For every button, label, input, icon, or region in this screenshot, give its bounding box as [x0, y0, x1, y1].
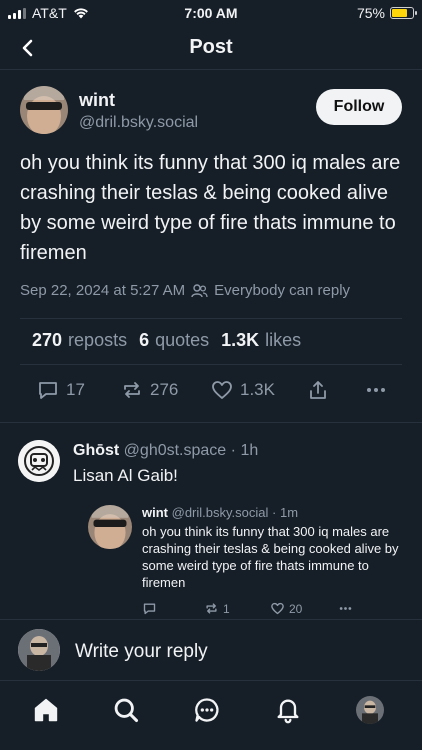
quoted-repost-button[interactable]: 1 — [204, 601, 230, 616]
repost-icon — [206, 603, 217, 614]
quoted-separator: · — [272, 505, 277, 520]
divider — [0, 422, 422, 423]
status-left: AT&T — [8, 5, 158, 21]
quoted-author-avatar[interactable] — [88, 505, 132, 549]
reply-header: Ghōst @gh0st.space · 1h — [73, 442, 258, 460]
tab-chat[interactable] — [191, 694, 223, 726]
home-icon — [34, 698, 58, 722]
reply-button[interactable]: 17 — [36, 378, 85, 402]
status-time: 7:00 AM — [184, 5, 238, 21]
top-bar: Post — [0, 26, 422, 70]
reply-text: Lisan Al Gaib! — [73, 466, 178, 485]
page-title: Post — [189, 36, 233, 58]
reply-composer[interactable]: Write your reply — [0, 619, 422, 681]
reply-separator: · — [230, 442, 236, 459]
chat-icon — [195, 698, 219, 722]
battery-percent: 75% — [356, 5, 385, 21]
search-icon — [114, 698, 139, 723]
more-button[interactable] — [364, 378, 388, 402]
tab-home[interactable] — [30, 694, 62, 726]
more-icon — [339, 607, 352, 610]
quoted-post[interactable]: wint @dril.bsky.social · 1m oh you think… — [88, 497, 406, 619]
quoted-like-count: 20 — [289, 601, 303, 616]
like-icon — [212, 381, 232, 399]
more-icon — [367, 388, 385, 392]
post-timestamp: Sep 22, 2024 at 5:27 AM — [20, 282, 186, 299]
post-text: oh you think its funny that 300 iq males… — [20, 152, 401, 264]
divider — [20, 318, 402, 319]
author-name[interactable]: wint — [79, 90, 115, 111]
people-icon — [191, 283, 208, 297]
quoted-repost-count: 1 — [223, 601, 230, 616]
divider — [20, 364, 402, 365]
battery-icon — [390, 7, 417, 19]
status-right: 75% — [264, 5, 417, 21]
quoted-like-button[interactable]: 20 — [270, 601, 302, 616]
reply-setting[interactable]: Everybody can reply — [214, 282, 350, 299]
author-handle[interactable]: @dril.bsky.social — [79, 114, 198, 132]
post-actions: 17 276 1.3K — [36, 378, 396, 410]
post-meta: Sep 22, 2024 at 5:27 AM Everybody can re… — [20, 282, 350, 299]
post-author: wint @dril.bsky.social Follow — [20, 86, 410, 140]
repost-icon — [124, 382, 140, 398]
quoted-header: wint @dril.bsky.social · 1m — [142, 505, 298, 520]
back-chevron-icon — [22, 39, 33, 57]
reply-icon — [39, 382, 57, 399]
profile-avatar — [356, 696, 384, 724]
carrier-label: AT&T — [32, 5, 67, 21]
reply-input[interactable]: Write your reply — [75, 641, 208, 663]
share-button[interactable] — [306, 378, 330, 402]
repost-button[interactable]: 276 — [120, 378, 178, 402]
reply-author-avatar[interactable] — [18, 440, 60, 482]
share-icon — [310, 381, 326, 399]
tab-notifications[interactable] — [272, 694, 304, 726]
likes-stat[interactable]: 1.3K likes — [221, 330, 301, 351]
quotes-stat[interactable]: 6 quotes — [139, 330, 209, 351]
quoted-author-handle[interactable]: @dril.bsky.social — [172, 505, 269, 520]
like-button[interactable]: 1.3K — [210, 378, 275, 402]
reply-icon — [143, 603, 156, 615]
status-bar: AT&T 7:00 AM 75% — [0, 0, 422, 26]
my-avatar — [18, 629, 60, 671]
reposts-stat[interactable]: 270 reposts — [32, 330, 127, 351]
notifications-icon — [277, 699, 299, 724]
reply-author-handle[interactable]: @gh0st.space — [124, 442, 227, 459]
quoted-text: oh you think its funny that 300 iq males… — [142, 524, 399, 590]
quoted-reply-button[interactable] — [142, 601, 157, 616]
quoted-more-button[interactable] — [338, 601, 353, 616]
like-icon — [271, 602, 284, 615]
quoted-author-name[interactable]: wint — [142, 505, 168, 520]
follow-button[interactable]: Follow — [316, 89, 402, 125]
back-button[interactable] — [14, 34, 42, 62]
like-count: 1.3K — [240, 380, 275, 399]
bottom-tab-bar — [0, 682, 422, 750]
repost-count: 276 — [150, 380, 179, 399]
signal-icon — [8, 7, 26, 19]
post-stats: 270 reposts 6 quotes 1.3K likes — [32, 330, 301, 351]
tab-profile[interactable] — [354, 694, 386, 726]
reply-time: 1h — [240, 442, 259, 459]
quoted-actions: 1 20 — [142, 601, 404, 617]
wifi-icon — [73, 8, 88, 19]
tab-search[interactable] — [110, 694, 142, 726]
reply-author-name[interactable]: Ghōst — [73, 442, 119, 459]
reply-count: 17 — [66, 380, 85, 399]
quoted-time: 1m — [279, 505, 299, 520]
author-avatar[interactable] — [20, 86, 68, 134]
